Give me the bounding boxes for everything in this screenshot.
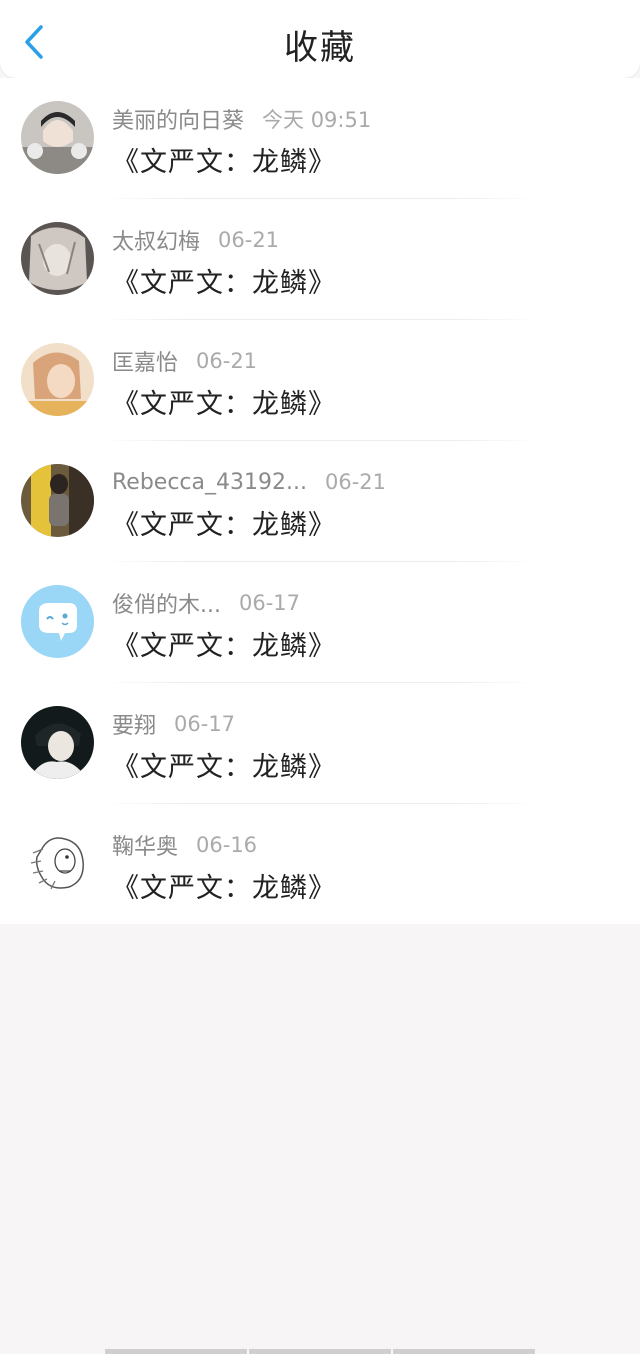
favorite-content[interactable]: 《文严文：龙鳞》 — [112, 503, 336, 542]
username[interactable]: 太叔幻梅 — [112, 224, 200, 256]
username[interactable]: 美丽的向日葵 — [112, 103, 244, 135]
timestamp: 06-21 — [218, 228, 280, 252]
home-indicator[interactable] — [105, 1349, 535, 1354]
username[interactable]: 鞠华奥 — [112, 829, 178, 861]
list-item[interactable]: 鞠华奥 06-16 《文严文：龙鳞》 — [0, 804, 640, 925]
timestamp: 今天 09:51 — [262, 108, 372, 132]
timestamp: 06-17 — [174, 712, 236, 736]
timestamp: 06-21 — [324, 470, 387, 494]
favorite-content[interactable]: 《文严文：龙鳞》 — [112, 140, 336, 179]
avatar[interactable] — [21, 101, 94, 174]
list-item[interactable]: 要翔 06-17 《文严文：龙鳞》 — [0, 683, 640, 804]
favorite-content[interactable]: 《文严文：龙鳞》 — [112, 261, 336, 300]
favorite-content[interactable]: 《文严文：龙鳞》 — [112, 382, 336, 421]
chat-bubble-icon — [21, 585, 94, 658]
top-bar: 收藏 — [0, 0, 640, 78]
username[interactable]: 俊俏的木... — [112, 587, 221, 619]
list-item[interactable]: 俊俏的木... 06-17 《文严文：龙鳞》 — [0, 562, 640, 683]
username[interactable]: 要翔 — [112, 708, 156, 740]
timestamp: 06-21 — [196, 349, 258, 373]
avatar[interactable] — [21, 464, 94, 537]
list-item[interactable]: 太叔幻梅 06-21 《文严文：龙鳞》 — [0, 199, 640, 320]
username[interactable]: 匡嘉怡 — [112, 345, 178, 377]
avatar[interactable] — [21, 585, 94, 658]
favorites-list: 美丽的向日葵 今天 09:51 《文严文：龙鳞》 太叔幻梅 06-21 《文严文… — [0, 78, 640, 924]
favorite-content[interactable]: 《文严文：龙鳞》 — [112, 745, 336, 784]
timestamp: 06-17 — [238, 591, 301, 615]
avatar[interactable] — [21, 222, 94, 295]
favorite-content[interactable]: 《文严文：龙鳞》 — [112, 624, 336, 663]
avatar[interactable] — [21, 343, 94, 416]
avatar[interactable] — [21, 827, 94, 900]
page-title: 收藏 — [284, 28, 356, 68]
list-item[interactable]: 匡嘉怡 06-21 《文严文：龙鳞》 — [0, 320, 640, 441]
list-item[interactable]: 美丽的向日葵 今天 09:51 《文严文：龙鳞》 — [0, 78, 640, 199]
username[interactable]: Rebecca_43192... — [112, 470, 307, 495]
list-item[interactable]: Rebecca_43192... 06-21 《文严文：龙鳞》 — [0, 441, 640, 562]
timestamp: 06-16 — [196, 833, 258, 857]
avatar[interactable] — [21, 706, 94, 779]
favorite-content[interactable]: 《文严文：龙鳞》 — [112, 866, 336, 905]
